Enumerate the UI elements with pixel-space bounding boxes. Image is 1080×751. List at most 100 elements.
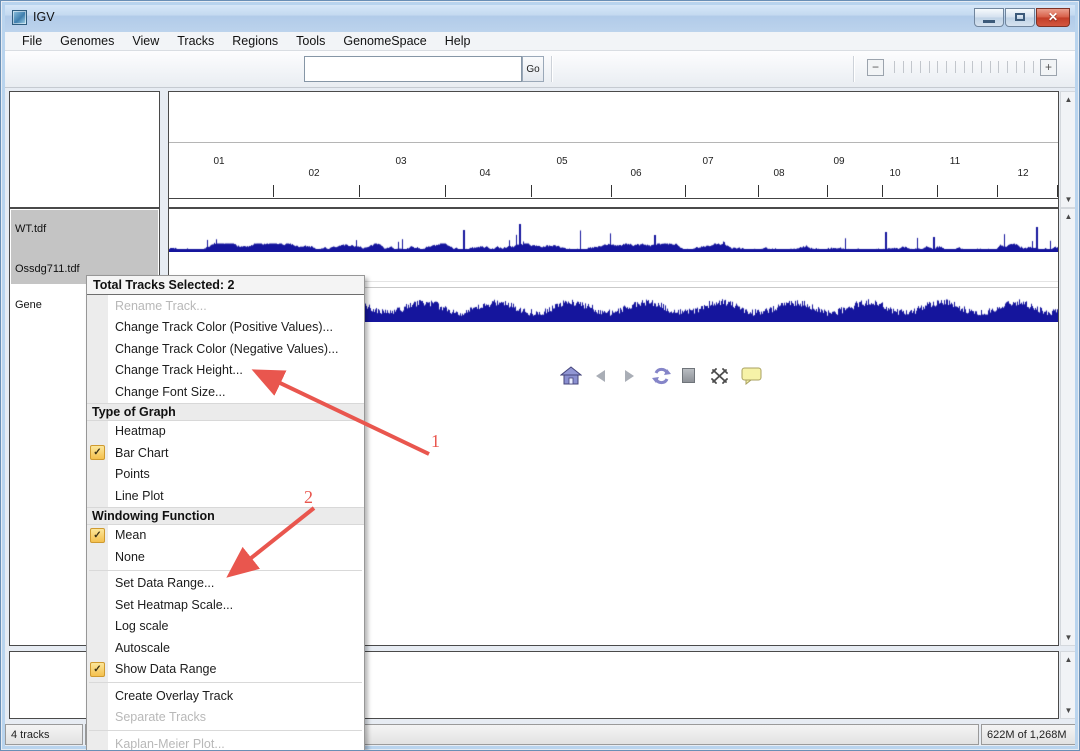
zoom-tick[interactable] — [894, 61, 895, 73]
menu-genomes[interactable]: Genomes — [51, 32, 123, 50]
chromosome-label-08[interactable]: 08 — [773, 168, 784, 179]
menu-item-separate-tracks[interactable]: Separate Tracks — [87, 707, 364, 729]
go-button[interactable]: Go — [522, 56, 544, 82]
menu-item-set-heatmap-scale[interactable]: Set Heatmap Scale... — [87, 594, 364, 616]
zoom-tick[interactable] — [920, 61, 921, 73]
menu-item-label: Line Plot — [108, 489, 164, 503]
chromosome-label-12[interactable]: 12 — [1017, 168, 1028, 179]
menu-view[interactable]: View — [123, 32, 168, 50]
zoom-tick[interactable] — [929, 61, 930, 73]
bottom-scrollbar[interactable]: ▲ ▼ — [1060, 651, 1077, 719]
menu-item-change-track-color-positive-values[interactable]: Change Track Color (Positive Values)... — [87, 317, 364, 339]
scroll-down-icon[interactable]: ▼ — [1061, 192, 1076, 207]
main-scrollbar[interactable]: ▲ ▼ — [1060, 208, 1077, 646]
menu-item-line-plot[interactable]: Line Plot — [87, 485, 364, 507]
menu-file[interactable]: File — [13, 32, 51, 50]
menu-item-set-data-range[interactable]: Set Data Range... — [87, 573, 364, 595]
zoom-tick[interactable] — [955, 61, 956, 73]
maximize-button[interactable] — [1005, 8, 1035, 27]
chromosome-label-07[interactable]: 07 — [702, 156, 713, 167]
menu-separator — [87, 680, 364, 685]
menu-tracks[interactable]: Tracks — [168, 32, 223, 50]
chromosome-label-01[interactable]: 01 — [213, 156, 224, 167]
back-icon — [596, 370, 605, 382]
menu-item-kaplan-meier-plot[interactable]: Kaplan-Meier Plot... — [87, 733, 364, 751]
forward-button[interactable] — [622, 368, 636, 384]
menu-item-mean[interactable]: ✓Mean — [87, 525, 364, 547]
menu-help[interactable]: Help — [436, 32, 480, 50]
scroll-up-icon[interactable]: ▲ — [1061, 652, 1076, 667]
chromosome-label-05[interactable]: 05 — [556, 156, 567, 167]
wt-track-data[interactable] — [169, 222, 1058, 252]
locus-search-input[interactable] — [304, 56, 522, 82]
chromosome-ruler[interactable]: 01 02 03 04 05 06 07 08 09 10 11 12 — [168, 91, 1059, 208]
menu-item-change-track-color-negative-values[interactable]: Change Track Color (Negative Values)... — [87, 338, 364, 360]
track-name-gene[interactable]: Gene — [15, 299, 42, 311]
chromosome-label-02[interactable]: 02 — [308, 168, 319, 179]
ruler-scrollbar[interactable]: ▲ ▼ — [1060, 91, 1077, 208]
chromosome-label-03[interactable]: 03 — [395, 156, 406, 167]
zoom-tick[interactable] — [1007, 61, 1008, 73]
menu-item-label: Show Data Range — [108, 662, 216, 676]
menu-item-label: Rename Track... — [108, 299, 207, 313]
menu-item-heatmap[interactable]: Heatmap — [87, 421, 364, 443]
zoom-out-button[interactable]: − — [867, 59, 884, 76]
menu-genomespace[interactable]: GenomeSpace — [334, 32, 435, 50]
close-button[interactable]: ✕ — [1036, 8, 1070, 27]
menu-item-show-data-range[interactable]: ✓Show Data Range — [87, 659, 364, 681]
track-name-ossdg711[interactable]: Ossdg711.tdf — [15, 263, 80, 275]
zoom-tick[interactable] — [903, 61, 904, 73]
back-button[interactable] — [593, 368, 607, 384]
define-region-button[interactable] — [680, 367, 696, 385]
zoom-tick[interactable] — [972, 61, 973, 73]
zoom-tick[interactable] — [1024, 61, 1025, 73]
menu-item-change-track-height[interactable]: Change Track Height... — [87, 360, 364, 382]
menu-item-change-font-size[interactable]: Change Font Size... — [87, 381, 364, 403]
chromosome-tick — [882, 185, 883, 197]
zoom-tick[interactable] — [964, 61, 965, 73]
scroll-up-icon[interactable]: ▲ — [1061, 209, 1076, 224]
checkbox-checked-icon: ✓ — [87, 445, 108, 460]
scroll-up-icon[interactable]: ▲ — [1061, 92, 1076, 107]
menu-item-label: Set Data Range... — [108, 576, 214, 590]
title-bar[interactable]: IGV ✕ — [2, 2, 1078, 32]
chromosome-tick — [531, 185, 532, 197]
chromosome-label-11[interactable]: 11 — [950, 156, 960, 167]
chromosome-label-04[interactable]: 04 — [479, 168, 490, 179]
menu-tools[interactable]: Tools — [287, 32, 334, 50]
menu-item-bar-chart[interactable]: ✓Bar Chart — [87, 442, 364, 464]
refresh-button[interactable] — [649, 365, 673, 387]
minimize-button[interactable] — [974, 8, 1004, 27]
menu-regions[interactable]: Regions — [223, 32, 287, 50]
zoom-tick[interactable] — [990, 61, 991, 73]
chromosome-label-09[interactable]: 09 — [833, 156, 844, 167]
chromosome-label-06[interactable]: 06 — [630, 168, 641, 179]
zoom-slider[interactable] — [894, 61, 1034, 74]
zoom-tick[interactable] — [1016, 61, 1017, 73]
menu-item-none[interactable]: None — [87, 546, 364, 568]
menu-item-label: Log scale — [108, 619, 169, 633]
chromosome-tick — [758, 185, 759, 197]
home-button[interactable] — [559, 365, 583, 387]
zoom-tick[interactable] — [937, 61, 938, 73]
zoom-tick[interactable] — [1033, 61, 1034, 73]
zoom-in-button[interactable]: + — [1040, 59, 1057, 76]
track-name-wt[interactable]: WT.tdf — [15, 223, 46, 235]
scroll-down-icon[interactable]: ▼ — [1061, 630, 1076, 645]
menu-item-label: Create Overlay Track — [108, 689, 233, 703]
chromosome-label-10[interactable]: 10 — [889, 168, 900, 179]
menu-item-log-scale[interactable]: Log scale — [87, 616, 364, 638]
menu-item-create-overlay-track[interactable]: Create Overlay Track — [87, 685, 364, 707]
menu-item-label: Heatmap — [108, 424, 166, 438]
menu-item-autoscale[interactable]: Autoscale — [87, 637, 364, 659]
zoom-tick[interactable] — [981, 61, 982, 73]
zoom-tick[interactable] — [998, 61, 999, 73]
scroll-down-icon[interactable]: ▼ — [1061, 703, 1076, 718]
menu-item-points[interactable]: Points — [87, 464, 364, 486]
refresh-icon — [651, 366, 672, 386]
menu-item-rename-track[interactable]: Rename Track... — [87, 295, 364, 317]
zoom-tick[interactable] — [946, 61, 947, 73]
fit-to-window-button[interactable] — [709, 367, 729, 385]
zoom-tick[interactable] — [911, 61, 912, 73]
popup-text-toggle-button[interactable] — [739, 366, 763, 386]
